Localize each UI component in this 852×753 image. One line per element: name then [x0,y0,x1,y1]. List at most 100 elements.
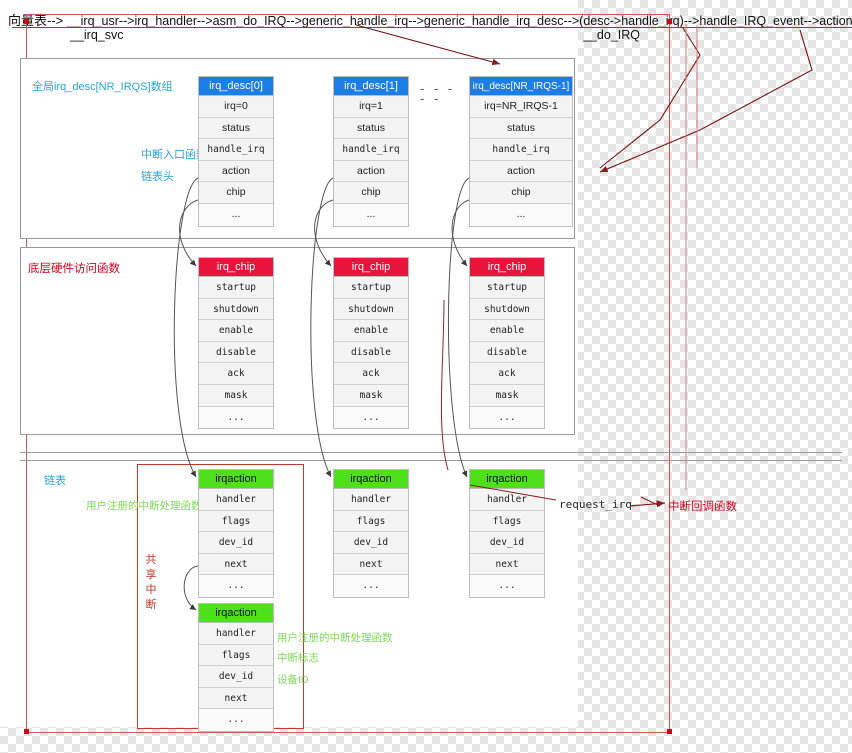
struct-header: irq_chip [334,258,408,277]
irq-flag-label: 中断标志 [277,652,319,664]
struct-row: dev_id [334,532,408,554]
array-ellipsis-separator: - - - - - [420,81,456,106]
struct-irq-chip-0[interactable]: irq_chip startup shutdown enable disable… [198,257,274,430]
struct-row: mask [199,384,273,407]
struct-row: mask [470,384,544,407]
linked-list-label: 链表 [44,475,66,487]
struct-row: shutdown [334,298,408,321]
struct-row: chip [470,182,572,204]
struct-row: dev_id [199,666,273,688]
struct-row: flags [334,510,408,533]
global-array-label: 全局irq_desc[NR_IRQS]数组 [32,81,173,93]
struct-row: startup [334,277,408,299]
shared-irq-label-text: 共 享 中 断 [145,554,157,611]
struct-row: status [334,117,408,140]
struct-row: enable [334,320,408,342]
struct-row: irq=NR_IRQS-1 [470,96,572,118]
struct-row: ... [334,406,408,429]
struct-irq-chip-1[interactable]: irq_chip startup shutdown enable disable… [333,257,409,430]
struct-row: mask [334,384,408,407]
struct-row: status [470,117,572,140]
struct-row: handler [470,489,544,511]
struct-row: ack [470,363,544,385]
struct-row: action [470,160,572,183]
struct-row: handler [334,489,408,511]
user-handler-label-2: 用户注册的中断处理函数 [277,632,393,644]
struct-irqaction-last[interactable]: irqaction handler flags dev_id next ... [469,469,545,598]
struct-row: ack [199,363,273,385]
low-level-hw-label: 底层硬件访问函数 [28,263,120,275]
struct-row: irq=1 [334,96,408,118]
struct-row: ... [199,406,273,429]
do-irq-label: __do_IRQ [583,28,640,42]
struct-header: irq_desc[1] [334,77,408,96]
struct-header: irq_desc[0] [199,77,273,96]
struct-row: chip [199,182,273,204]
struct-row: handle_irq [334,139,408,161]
header-underline [12,27,852,28]
struct-row: status [199,117,273,140]
struct-row: ... [470,406,544,429]
irq-svc-label: __irq_svc [70,28,124,42]
struct-row: ... [334,203,408,226]
struct-header: irqaction [334,470,408,489]
struct-irqaction-0[interactable]: irqaction handler flags dev_id next ... [198,469,274,598]
struct-row: ack [334,363,408,385]
device-id-label: 设备ID [277,674,309,686]
call-chain-text: __irq_usr-->irq_handler-->asm_do_IRQ-->g… [63,14,852,28]
struct-row: next [199,687,273,710]
irqaction-panel-second-border [20,460,842,461]
struct-row: action [199,160,273,183]
frame-corner-marker-bl [24,729,29,734]
struct-header: irqaction [199,470,273,489]
struct-row: irq=0 [199,96,273,118]
irq-callback-label: 中断回调函数 [668,501,737,513]
struct-row: ... [199,203,273,226]
struct-irqaction-chained[interactable]: irqaction handler flags dev_id next ... [198,603,274,732]
frame-corner-marker-tr [667,19,672,24]
struct-row: ... [470,203,572,226]
struct-header: irq_chip [199,258,273,277]
struct-row: ... [470,575,544,597]
user-handler-label-1: 用户注册的中断处理函数 [86,500,202,512]
call-chain-header: 向量表--> __irq_usr-->irq_handler-->asm_do_… [8,10,852,44]
struct-row: handle_irq [199,139,273,161]
struct-row: next [334,553,408,576]
struct-irq-desc-last[interactable]: irq_desc[NR_IRQS-1] irq=NR_IRQS-1 status… [469,76,573,227]
struct-row: shutdown [199,298,273,321]
call-chain-prefix: 向量表--> [8,13,64,28]
struct-row: flags [470,510,544,533]
irqaction-panel-top-border [20,452,842,453]
frame-corner-marker-tl [24,19,29,24]
struct-row: dev_id [470,532,544,554]
struct-header: irq_desc[NR_IRQS-1] [470,77,572,96]
request-irq-label: request_irq [559,498,632,511]
list-head-label: 链表头 [141,171,174,183]
struct-row: handler [199,623,273,645]
struct-row: handler [199,489,273,511]
struct-irq-chip-last[interactable]: irq_chip startup shutdown enable disable… [469,257,545,430]
struct-row: startup [199,277,273,299]
shared-irq-label: 共 享 中 断 [143,553,159,613]
struct-row: enable [199,320,273,342]
struct-row: flags [199,510,273,533]
struct-row: handle_irq [470,139,572,161]
struct-irq-desc-0[interactable]: irq_desc[0] irq=0 status handle_irq acti… [198,76,274,227]
struct-row: next [199,553,273,576]
struct-row: disable [199,341,273,364]
struct-irq-desc-1[interactable]: irq_desc[1] irq=1 status handle_irq acti… [333,76,409,227]
struct-row: next [470,553,544,576]
struct-row: ... [199,709,273,731]
struct-row: enable [470,320,544,342]
struct-row: ... [334,575,408,597]
struct-row: action [334,160,408,183]
struct-irqaction-1[interactable]: irqaction handler flags dev_id next ... [333,469,409,598]
struct-row: startup [470,277,544,299]
struct-row: disable [470,341,544,364]
struct-row: dev_id [199,532,273,554]
struct-header: irqaction [199,604,273,623]
struct-header: irqaction [470,470,544,489]
struct-row: chip [334,182,408,204]
struct-row: ... [199,575,273,597]
struct-row: flags [199,644,273,667]
